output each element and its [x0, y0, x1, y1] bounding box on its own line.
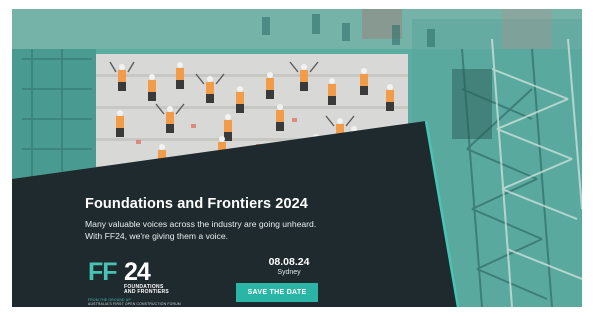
ff24-logo: FF 24 FOUNDATIONS AND FRONTIERS FROM THE…: [88, 260, 184, 307]
event-date: 08.08.24: [268, 256, 310, 268]
banner-headline: Foundations and Frontiers 2024: [85, 196, 308, 212]
construction-crowd-photo: [96, 54, 408, 180]
save-the-date-button[interactable]: SAVE THE DATE: [236, 283, 318, 302]
event-city: Sydney: [277, 269, 301, 276]
logo-line-2: AND FRONTIERS: [124, 289, 170, 295]
subtext-line-2: With FF24, we're giving them a voice.: [85, 230, 229, 241]
logo-mark-ff: FF: [88, 258, 118, 286]
logo-forum-text: AUSTRALIA'S FIRST OPEN CONSTRUCTION FORU…: [88, 302, 181, 306]
subtext-line-1: Many valuable voices across the industry…: [85, 219, 317, 229]
logo-mark-24: 24: [124, 258, 151, 286]
event-banner: Foundations and Frontiers 2024 Many valu…: [12, 9, 582, 307]
banner-subtext: Many valuable voices across the industry…: [85, 219, 415, 242]
